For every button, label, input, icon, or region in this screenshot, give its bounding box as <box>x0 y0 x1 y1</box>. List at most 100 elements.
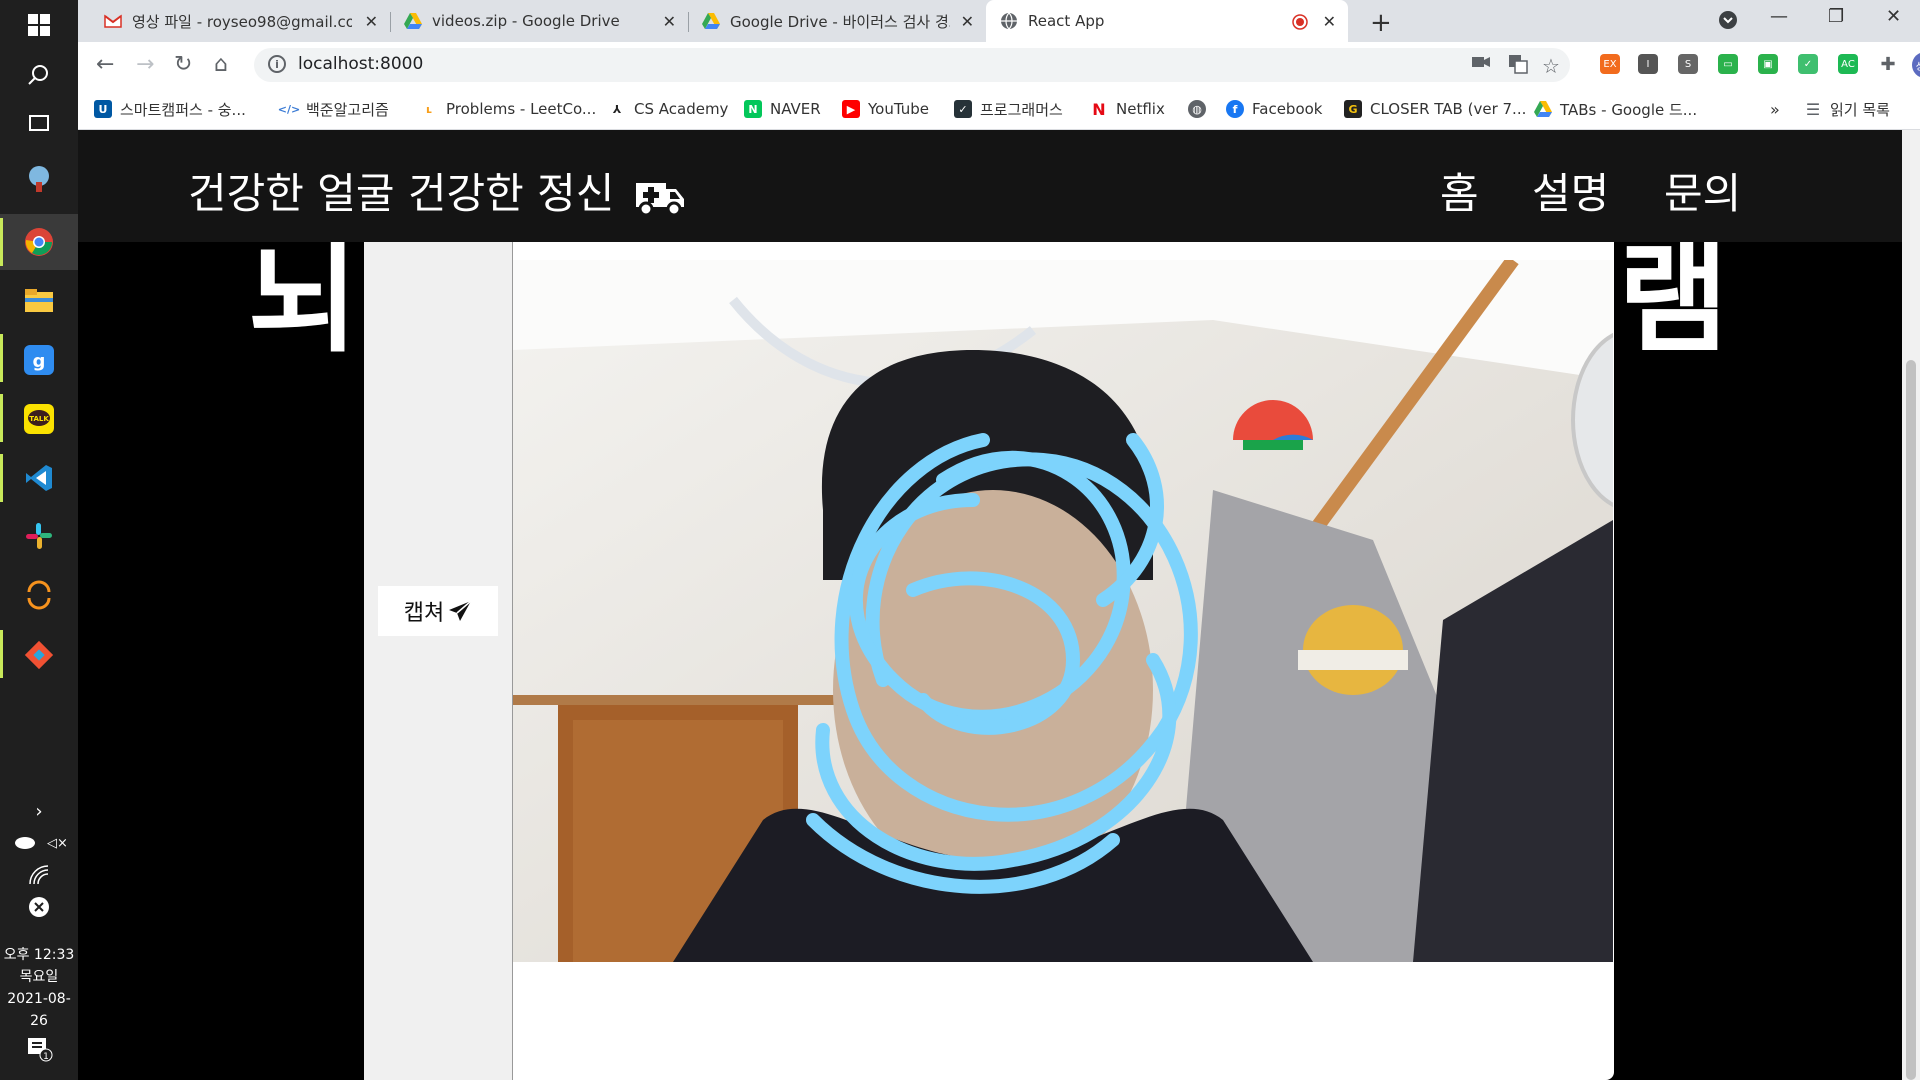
extensions-puzzle-icon[interactable]: ✚ <box>1878 54 1898 75</box>
minimize-icon[interactable]: — <box>1770 6 1788 27</box>
google-drive-icon <box>702 13 720 29</box>
close-icon[interactable]: ✕ <box>663 12 676 31</box>
clock-day: 목요일 <box>19 969 59 985</box>
screen: g TALK › ◁× 오후 12:33 목요일 2021-08-26 1 영상… <box>0 0 1920 1080</box>
slack-icon[interactable] <box>20 517 58 555</box>
task-view-icon[interactable] <box>20 104 58 142</box>
gmail-icon <box>104 14 122 28</box>
bookmark-netflix[interactable]: N Netflix <box>1090 88 1165 130</box>
app-marker-4 <box>0 454 3 502</box>
smart-campus-icon: U <box>94 100 112 118</box>
globe-icon: ◍ <box>1188 100 1206 118</box>
cs-academy-icon: ⅄ <box>612 102 622 116</box>
app-g-icon[interactable]: g <box>20 341 58 379</box>
scrollbar-thumb[interactable] <box>1906 360 1916 1080</box>
bookmark-facebook[interactable]: f Facebook <box>1226 88 1322 130</box>
site-info-icon[interactable]: i <box>268 55 286 73</box>
git-app-icon[interactable] <box>20 636 58 674</box>
close-icon[interactable]: ✕ <box>365 12 378 31</box>
extension-check-icon[interactable]: ✓ <box>1798 54 1818 74</box>
bookmark-label: TABs - Google 드... <box>1560 100 1698 119</box>
extension-s-icon[interactable]: S <box>1678 54 1698 74</box>
windows-start-icon[interactable] <box>20 6 58 44</box>
bookmark-smart-campus[interactable]: U 스마트캠퍼스 - 숭... <box>94 88 246 130</box>
search-icon[interactable] <box>20 56 58 94</box>
close-circle-icon[interactable] <box>20 888 58 926</box>
capture-button[interactable]: 캡쳐 <box>378 586 498 636</box>
tab-title: 영상 파일 - royseo98@gmail.com <box>132 12 352 31</box>
background-heading-right: 램 <box>1618 230 1729 369</box>
site-title[interactable]: 건강한 얼굴 건강한 정신 <box>188 160 686 221</box>
home-icon[interactable]: ⌂ <box>214 52 228 77</box>
tab-title: videos.zip - Google Drive <box>432 12 620 30</box>
tray-cloud-volume-icons[interactable]: ◁× <box>12 822 68 860</box>
browser-tab-strip: 영상 파일 - royseo98@gmail.com ✕ videos.zip … <box>78 0 1920 42</box>
notification-center-icon[interactable]: 1 <box>20 1030 58 1068</box>
app-icon-1[interactable] <box>20 160 58 198</box>
sync-app-icon[interactable] <box>20 576 58 614</box>
reload-icon[interactable]: ↻ <box>174 52 192 77</box>
new-tab-button[interactable]: + <box>1370 8 1392 38</box>
forward-arrow-icon[interactable]: → <box>136 52 154 77</box>
translate-icon[interactable] <box>1508 54 1528 79</box>
app-marker-3 <box>0 394 3 442</box>
bookmark-naver[interactable]: N NAVER <box>744 88 821 130</box>
nav-home[interactable]: 홈 <box>1440 160 1479 221</box>
reading-list-label: 읽기 목록 <box>1830 100 1890 119</box>
bookmark-leetcode[interactable]: ʟ Problems - LeetCo... <box>420 88 596 130</box>
address-url[interactable]: localhost:8000 <box>298 54 423 74</box>
page-scrollbar[interactable] <box>1902 130 1920 1080</box>
svg-text:◁×: ◁× <box>47 836 67 851</box>
kakaotalk-icon[interactable]: TALK <box>20 400 58 438</box>
extension-i-icon[interactable]: I <box>1638 54 1658 74</box>
extension-ac-icon[interactable]: AC <box>1838 54 1858 74</box>
extension-tv-icon[interactable]: ▣ <box>1758 54 1778 74</box>
close-icon[interactable]: ✕ <box>1323 12 1336 31</box>
bookmark-cs-academy[interactable]: ⅄ CS Academy <box>608 88 729 130</box>
background-heading-left: 뇌 <box>248 230 359 369</box>
reading-list-button[interactable]: ☰ 읽기 목록 <box>1804 88 1890 130</box>
site-title-text: 건강한 얼굴 건강한 정신 <box>188 169 615 218</box>
bookmark-baekjoon[interactable]: </> 백준알고리즘 <box>278 88 389 130</box>
extension-screen-icon[interactable]: ▭ <box>1718 54 1738 74</box>
bookmark-label: 스마트캠퍼스 - 숭... <box>120 100 246 119</box>
bookmark-tabs-google-drive[interactable]: TABs - Google 드... <box>1534 88 1697 130</box>
clock-date: 2021-08-26 <box>7 991 71 1029</box>
webcam-feed-image <box>513 260 1613 962</box>
tab-search-icon[interactable] <box>1718 10 1738 35</box>
netflix-icon: N <box>1092 99 1106 119</box>
bookmark-label: NAVER <box>770 100 821 118</box>
svg-text:g: g <box>33 351 46 372</box>
svg-text:TALK: TALK <box>29 415 49 423</box>
camera-icon[interactable] <box>1472 54 1490 74</box>
bookmark-programmers[interactable]: ✓ 프로그래머스 <box>954 88 1063 130</box>
address-bar[interactable]: i localhost:8000 ☆ <box>254 48 1570 82</box>
close-icon[interactable]: ✕ <box>961 12 974 31</box>
bookmark-label: Netflix <box>1116 100 1165 118</box>
notification-count: 1 <box>43 1052 49 1062</box>
file-explorer-icon[interactable] <box>20 282 58 320</box>
globe-icon <box>1001 12 1017 30</box>
bookmark-youtube[interactable]: ▶ YouTube <box>842 88 929 130</box>
bookmark-label: CS Academy <box>634 100 729 118</box>
window-close-icon[interactable]: ✕ <box>1886 6 1901 27</box>
nav-description[interactable]: 설명 <box>1532 160 1609 221</box>
nav-contact[interactable]: 문의 <box>1664 160 1741 221</box>
tab-google-drive-virus-scan[interactable]: Google Drive - 바이러스 검사 경고 ✕ <box>688 0 986 42</box>
vscode-icon[interactable] <box>20 459 58 497</box>
profile-avatar[interactable]: 상현 <box>1912 52 1920 78</box>
tab-react-app[interactable]: React App ✕ <box>986 0 1348 42</box>
bookmark-star-icon[interactable]: ☆ <box>1542 54 1560 78</box>
site-header: 건강한 얼굴 건강한 정신 홈 설명 문의 <box>78 130 1902 242</box>
back-arrow-icon[interactable]: ← <box>96 52 114 77</box>
clock-time[interactable]: 오후 12:33 <box>0 944 78 966</box>
restore-icon[interactable]: ❐ <box>1828 6 1844 27</box>
bookmark-globe[interactable]: ◍ <box>1188 88 1214 130</box>
tab-google-drive-videos[interactable]: videos.zip - Google Drive ✕ <box>390 0 688 42</box>
bookmark-label: 백준알고리즘 <box>306 100 389 119</box>
more-bookmarks-chevron-icon[interactable]: » <box>1770 88 1780 130</box>
extension-ex-icon[interactable]: EX <box>1600 54 1620 74</box>
bookmark-closer-tab[interactable]: G CLOSER TAB (ver 7... <box>1344 88 1526 130</box>
chrome-icon[interactable] <box>20 223 58 261</box>
tab-gmail[interactable]: 영상 파일 - royseo98@gmail.com ✕ <box>90 0 390 42</box>
